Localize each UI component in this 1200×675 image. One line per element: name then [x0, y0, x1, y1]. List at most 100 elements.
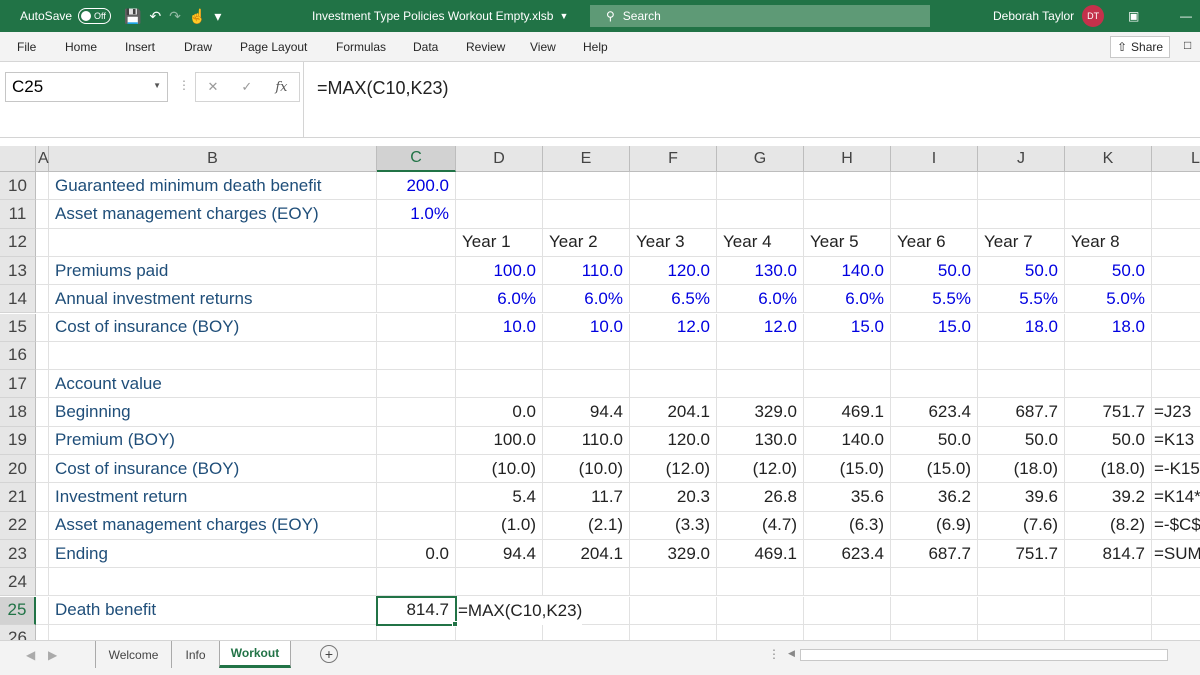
row-header-21[interactable]: 21: [0, 483, 36, 512]
customize-toolbar-icon[interactable]: ▾: [214, 8, 221, 25]
data-cell[interactable]: 120.0: [630, 426, 717, 455]
select-all-button[interactable]: [0, 146, 36, 172]
row-header-26[interactable]: 26: [0, 624, 36, 640]
empty-cell[interactable]: [978, 624, 1065, 640]
data-cell[interactable]: (18.0): [978, 455, 1065, 484]
data-cell[interactable]: 6.5%: [630, 285, 717, 314]
cell-l22[interactable]: =-$C$: [1152, 512, 1200, 540]
row-label[interactable]: Cost of insurance (BOY): [49, 313, 377, 342]
data-cell[interactable]: (10.0): [543, 455, 630, 484]
row-label[interactable]: [49, 228, 377, 257]
cell-l12[interactable]: [1152, 229, 1200, 257]
data-cell[interactable]: 6.0%: [543, 285, 630, 314]
add-sheet-icon[interactable]: +: [320, 645, 338, 663]
redo-icon[interactable]: ↷: [169, 8, 181, 25]
empty-cell[interactable]: [630, 172, 717, 201]
tab-review[interactable]: Review: [466, 40, 505, 54]
empty-cell[interactable]: [804, 341, 891, 371]
cell-c19[interactable]: [377, 426, 456, 455]
empty-cell[interactable]: [456, 341, 543, 371]
data-cell[interactable]: 6.0%: [804, 285, 891, 314]
empty-cell[interactable]: [543, 172, 630, 201]
empty-cell[interactable]: [978, 341, 1065, 371]
empty-cell[interactable]: [717, 370, 804, 399]
data-cell[interactable]: (18.0): [1065, 455, 1152, 484]
row-header-11[interactable]: 11: [0, 200, 36, 229]
scroll-left-icon[interactable]: ◀: [788, 648, 795, 659]
row-header-17[interactable]: 17: [0, 370, 36, 399]
row-header-19[interactable]: 19: [0, 426, 36, 455]
empty-cell[interactable]: [543, 370, 630, 399]
empty-cell[interactable]: [717, 624, 804, 640]
row-label[interactable]: [49, 341, 377, 371]
column-header-g[interactable]: G: [717, 146, 804, 172]
cell-a16[interactable]: [36, 341, 49, 371]
data-cell[interactable]: 100.0: [456, 426, 543, 455]
data-cell[interactable]: 140.0: [804, 426, 891, 455]
cell-a23[interactable]: [36, 539, 49, 569]
empty-cell[interactable]: [630, 596, 717, 625]
column-header-i[interactable]: I: [891, 146, 978, 172]
cell-a12[interactable]: [36, 228, 49, 257]
data-cell[interactable]: 50.0: [1065, 256, 1152, 286]
formula-input[interactable]: =MAX(C10,K23): [303, 62, 1200, 138]
empty-cell[interactable]: [717, 596, 804, 625]
empty-cell[interactable]: [891, 341, 978, 371]
cell-a17[interactable]: [36, 370, 49, 399]
sheet-tab-welcome[interactable]: Welcome: [95, 641, 172, 668]
cell-a15[interactable]: [36, 313, 49, 342]
cell-l15[interactable]: [1152, 314, 1200, 342]
data-cell[interactable]: 814.7: [1065, 539, 1152, 569]
row-label[interactable]: Account value: [49, 370, 377, 399]
row-label[interactable]: Ending: [49, 539, 377, 569]
sheet-tab-workout[interactable]: Workout: [219, 641, 291, 668]
data-cell[interactable]: 10.0: [456, 313, 543, 342]
data-cell[interactable]: Year 4: [717, 228, 804, 257]
empty-cell[interactable]: [891, 370, 978, 399]
data-cell[interactable]: Year 7: [978, 228, 1065, 257]
row-header-14[interactable]: 14: [0, 285, 36, 314]
data-cell[interactable]: 50.0: [978, 426, 1065, 455]
cell-c24[interactable]: [377, 568, 456, 597]
cell-a13[interactable]: [36, 256, 49, 286]
row-header-18[interactable]: 18: [0, 398, 36, 427]
data-cell[interactable]: 39.2: [1065, 483, 1152, 512]
touch-mode-icon[interactable]: ☝: [189, 8, 206, 25]
cell-c21[interactable]: [377, 483, 456, 512]
empty-cell[interactable]: [456, 624, 543, 640]
empty-cell[interactable]: [978, 200, 1065, 229]
cell-a10[interactable]: [36, 172, 49, 201]
column-header-h[interactable]: H: [804, 146, 891, 172]
cancel-icon[interactable]: ✕: [208, 79, 219, 95]
row-header-10[interactable]: 10: [0, 172, 36, 201]
tab-formulas[interactable]: Formulas: [336, 40, 386, 54]
empty-cell[interactable]: [543, 568, 630, 597]
empty-cell[interactable]: [978, 596, 1065, 625]
cell-l19[interactable]: =K13: [1152, 427, 1200, 455]
minimize-icon[interactable]: —: [1180, 0, 1192, 32]
empty-cell[interactable]: [1065, 200, 1152, 229]
sheet-tab-info[interactable]: Info: [173, 641, 218, 668]
data-cell[interactable]: 469.1: [804, 398, 891, 427]
data-cell[interactable]: (15.0): [891, 455, 978, 484]
cell-a25[interactable]: [36, 596, 49, 625]
row-header-20[interactable]: 20: [0, 455, 36, 484]
empty-cell[interactable]: [717, 200, 804, 229]
data-cell[interactable]: (10.0): [456, 455, 543, 484]
row-label[interactable]: [49, 624, 377, 640]
empty-cell[interactable]: [1065, 172, 1152, 201]
row-label[interactable]: Asset management charges (EOY): [49, 511, 377, 540]
data-cell[interactable]: Year 8: [1065, 228, 1152, 257]
empty-cell[interactable]: [804, 172, 891, 201]
data-cell[interactable]: 110.0: [543, 426, 630, 455]
chevron-down-icon[interactable]: ▼: [153, 81, 161, 90]
data-cell[interactable]: 12.0: [630, 313, 717, 342]
next-sheet-icon[interactable]: ▶: [48, 648, 57, 662]
data-cell[interactable]: 18.0: [1065, 313, 1152, 342]
data-cell[interactable]: 50.0: [978, 256, 1065, 286]
cell-c15[interactable]: [377, 313, 456, 342]
row-label[interactable]: Premium (BOY): [49, 426, 377, 455]
empty-cell[interactable]: [804, 596, 891, 625]
row-header-25[interactable]: 25: [0, 596, 36, 625]
cell-c13[interactable]: [377, 256, 456, 286]
